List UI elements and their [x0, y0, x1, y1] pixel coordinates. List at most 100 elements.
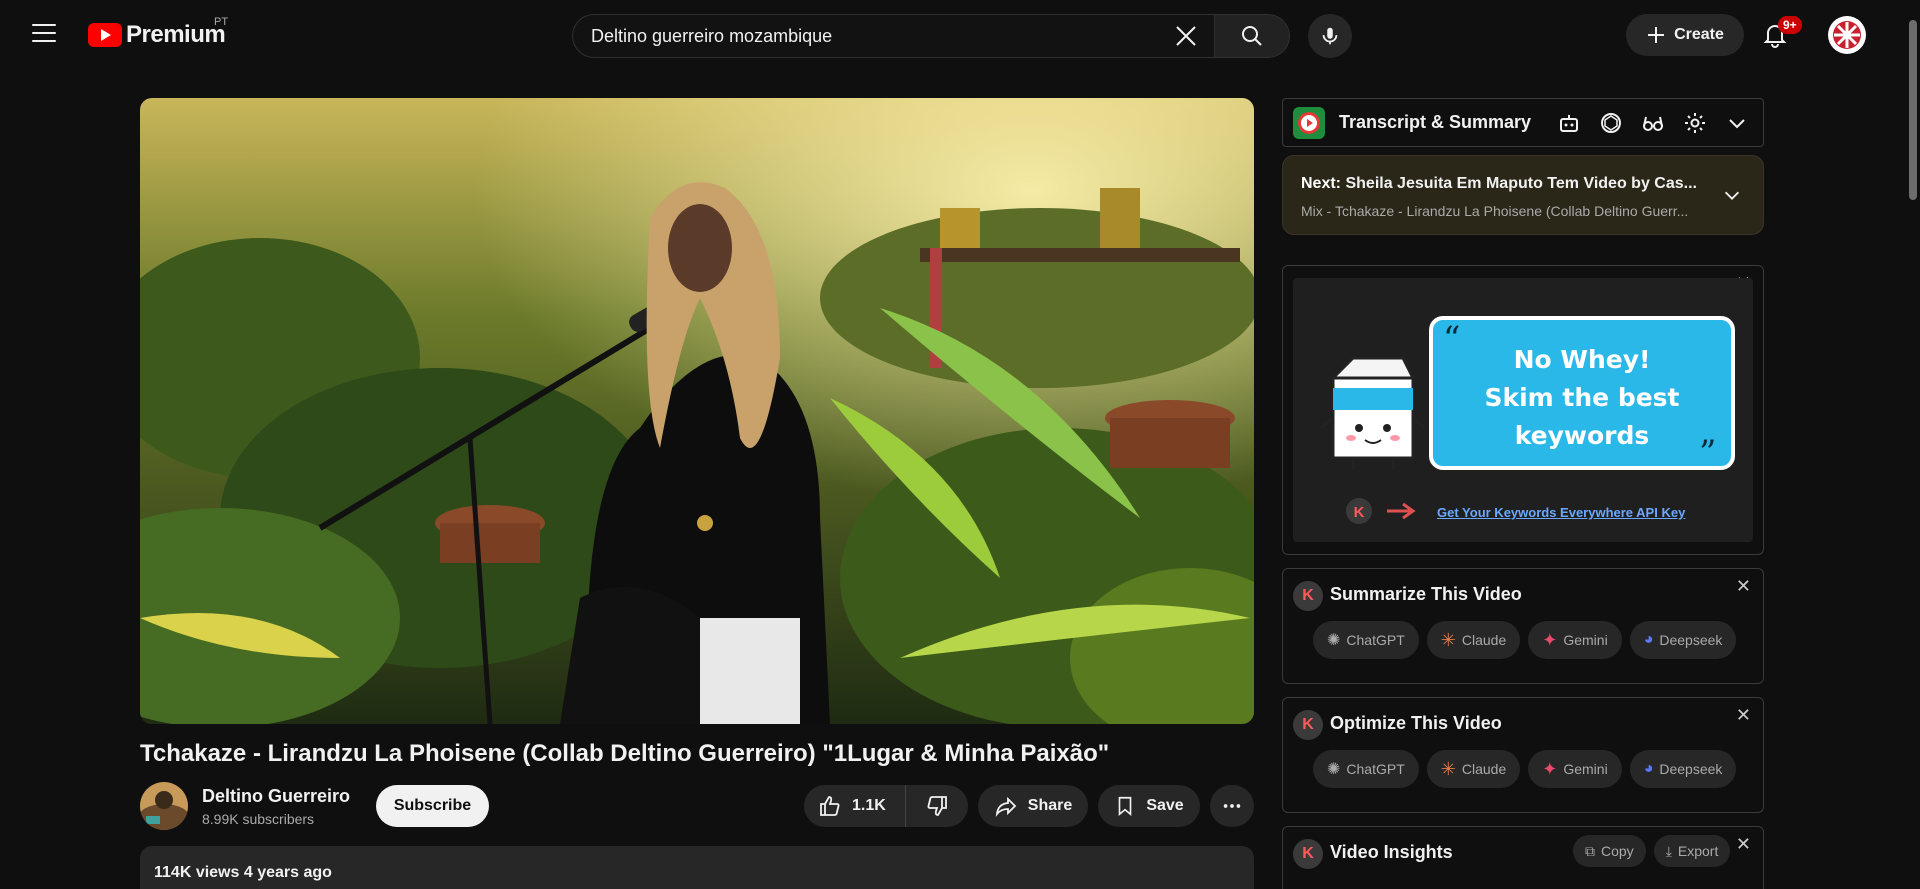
- share-button[interactable]: Share: [978, 785, 1088, 827]
- claude-button[interactable]: ✳ Claude: [1426, 750, 1521, 788]
- deepseek-icon: ◕: [1643, 760, 1654, 777]
- page-scrollbar[interactable]: [1906, 0, 1920, 889]
- channel-avatar[interactable]: [140, 782, 188, 830]
- svg-text:”: ”: [1699, 433, 1716, 473]
- transcript-title: Transcript & Summary: [1339, 112, 1532, 132]
- masthead: Premium PT Create 9+: [0, 0, 1920, 70]
- close-icon[interactable]: ✕: [1736, 577, 1751, 595]
- chevron-down-icon[interactable]: [1725, 111, 1749, 135]
- subscriber-count: 8.99K subscribers: [202, 811, 315, 827]
- button-label: Export: [1677, 843, 1719, 859]
- claude-icon: ✳: [1440, 629, 1456, 650]
- ad-banner[interactable]: “ ” No Whey! Skim the best keywords K Ge…: [1293, 278, 1753, 542]
- plus-icon: [1648, 27, 1665, 43]
- description-box[interactable]: 114K views 4 years ago: [140, 846, 1254, 889]
- deepseek-button[interactable]: ◕ Deepseek: [1629, 621, 1737, 659]
- next-label: Next:: [1301, 175, 1342, 192]
- video-player[interactable]: [140, 98, 1254, 724]
- dislike-button[interactable]: [906, 785, 968, 827]
- button-label: ChatGPT: [1346, 632, 1405, 648]
- create-button[interactable]: Create: [1626, 14, 1744, 56]
- button-label: Claude: [1461, 632, 1507, 648]
- optimize-video-card: K Optimize This Video ✕ ✺ ChatGPT ✳ Claude…: [1282, 697, 1764, 813]
- copy-button[interactable]: ⧉ Copy: [1573, 835, 1646, 867]
- button-label: Gemini: [1563, 632, 1608, 648]
- channel-name[interactable]: Deltino Guerreiro: [202, 786, 350, 807]
- button-label: Claude: [1461, 761, 1507, 777]
- youtube-play-icon: [88, 23, 122, 47]
- gemini-icon: ✦: [1542, 758, 1558, 779]
- copy-icon: ⧉: [1585, 842, 1595, 859]
- button-label: Gemini: [1563, 761, 1608, 777]
- chatgpt-icon: ✺: [1327, 632, 1341, 649]
- thumbs-down-icon: [927, 796, 947, 816]
- deepseek-icon: ◕: [1643, 631, 1654, 648]
- ad-headline-1: No Whey!: [1514, 345, 1651, 374]
- chatgpt-icon: ✺: [1327, 761, 1341, 778]
- close-icon[interactable]: ✕: [1736, 706, 1751, 724]
- video-insights-card: K Video Insights ⧉ Copy ⤓ Export ✕: [1282, 826, 1764, 889]
- gemini-icon: ✦: [1542, 629, 1558, 650]
- share-label: Share: [1027, 797, 1073, 814]
- video-frame: [140, 98, 1254, 724]
- chatgpt-button[interactable]: ✺ ChatGPT: [1313, 750, 1419, 788]
- card-title: Video Insights: [1330, 842, 1453, 862]
- close-icon[interactable]: ✕: [1736, 835, 1751, 853]
- save-button[interactable]: Save: [1098, 785, 1200, 827]
- more-horizontal-icon: [1223, 804, 1241, 808]
- like-count: 1.1K: [852, 797, 886, 814]
- search-button[interactable]: [1214, 14, 1290, 58]
- up-next-mix-panel[interactable]: Next: Sheila Jesuita Em Maputo Tem Video…: [1282, 155, 1764, 235]
- save-label: Save: [1146, 797, 1184, 814]
- claude-button[interactable]: ✳ Claude: [1426, 621, 1521, 659]
- subscribe-button[interactable]: Subscribe: [376, 785, 489, 827]
- k-logo-icon: K: [1293, 710, 1323, 740]
- voice-search-button[interactable]: [1308, 14, 1352, 58]
- search-input[interactable]: [572, 14, 1214, 58]
- ad-headline-3: keywords: [1515, 421, 1650, 450]
- card-title: Optimize This Video: [1330, 713, 1502, 733]
- chatgpt-button[interactable]: ✺ ChatGPT: [1313, 621, 1419, 659]
- next-video-title: Sheila Jesuita Em Maputo Tem Video by Ca…: [1345, 175, 1697, 192]
- button-label: ChatGPT: [1346, 761, 1405, 777]
- chatgpt-icon[interactable]: [1599, 111, 1623, 135]
- chevron-down-icon[interactable]: [1721, 184, 1743, 206]
- button-label: Copy: [1601, 843, 1634, 859]
- button-label: Deepseek: [1659, 761, 1723, 777]
- gemini-button[interactable]: ✦ Gemini: [1528, 621, 1622, 659]
- keywords-everywhere-ad: ✕ “ ” No Whey! Skim the best keywords: [1282, 265, 1764, 555]
- summarize-video-card: K Summarize This Video ✕ ✺ ChatGPT ✳ Claud…: [1282, 568, 1764, 684]
- menu-icon[interactable]: [32, 24, 56, 44]
- deepseek-button[interactable]: ◕ Deepseek: [1629, 750, 1737, 788]
- microphone-icon: [1322, 27, 1338, 45]
- like-button[interactable]: 1.1K: [804, 785, 906, 827]
- scrollbar-thumb[interactable]: [1909, 20, 1917, 200]
- bookmark-icon: [1118, 796, 1132, 817]
- logo-text: Premium: [126, 21, 226, 48]
- next-video-line: Next: Sheila Jesuita Em Maputo Tem Video…: [1301, 175, 1701, 193]
- k-logo-icon: K: [1293, 839, 1323, 869]
- milk-carton-mascot-icon: [1320, 356, 1426, 470]
- clear-search-icon[interactable]: [1172, 22, 1200, 50]
- svg-text:“: “: [1443, 319, 1460, 359]
- download-icon: ⤓: [1665, 842, 1672, 859]
- card-title: Summarize This Video: [1330, 584, 1522, 604]
- notification-badge: 9+: [1778, 16, 1802, 34]
- thumbs-up-icon: [820, 796, 840, 816]
- settings-gear-icon[interactable]: [1683, 111, 1707, 135]
- glasses-icon[interactable]: [1641, 111, 1665, 135]
- more-actions-button[interactable]: [1210, 785, 1254, 827]
- robot-icon[interactable]: [1557, 111, 1581, 135]
- region-code: PT: [214, 16, 229, 28]
- youtube-logo[interactable]: Premium: [88, 20, 226, 50]
- export-button[interactable]: ⤓ Export: [1653, 835, 1731, 867]
- claude-icon: ✳: [1440, 758, 1456, 779]
- transcript-summary-panel[interactable]: Transcript & Summary: [1282, 98, 1764, 147]
- button-label: Deepseek: [1659, 632, 1723, 648]
- transcript-logo-icon: [1293, 106, 1325, 139]
- like-dislike-group: 1.1K: [804, 785, 968, 827]
- gemini-button[interactable]: ✦ Gemini: [1528, 750, 1622, 788]
- account-avatar[interactable]: [1828, 16, 1866, 54]
- api-key-link[interactable]: Get Your Keywords Everywhere API Key: [1437, 505, 1685, 520]
- share-icon: [995, 796, 1017, 817]
